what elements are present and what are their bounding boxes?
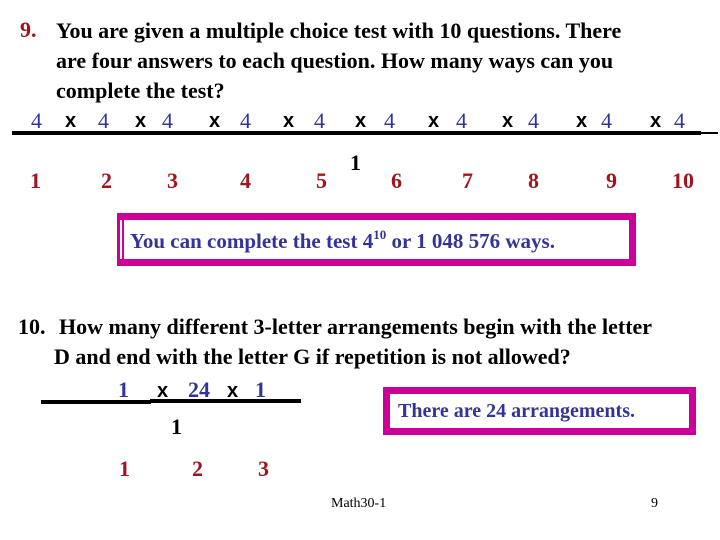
q10-slot-label-3: 3 — [258, 456, 269, 481]
q9-answer-prefix: You can complete the test 4 — [130, 229, 374, 253]
q9-extra-mark: 1 — [350, 150, 361, 175]
q9-times-4: x — [283, 110, 295, 132]
q9-times-7: x — [502, 110, 514, 132]
q9-answer-text: You can complete the test 410 or 1 048 5… — [130, 227, 555, 254]
question-9-number: 9. — [20, 17, 37, 42]
q10-answer-box: There are 24 arrangements. — [383, 387, 696, 435]
question-10-line-2: D and end with the letter G if repetitio… — [54, 344, 571, 369]
q10-answer-line-right — [150, 399, 301, 403]
question-9-line-2: are four answers to each question. How m… — [56, 48, 614, 73]
question-9-line-3: complete the test? — [56, 78, 225, 103]
q9-slot-label-3: 3 — [167, 168, 178, 193]
q9-slot-label-2: 2 — [101, 168, 112, 193]
question-10-number: 10. — [18, 314, 46, 339]
q9-times-6: x — [428, 110, 440, 132]
q9-slot-label-4: 4 — [240, 168, 251, 193]
q9-times-3: x — [209, 110, 221, 132]
footer-course: Math30-1 — [331, 496, 387, 511]
q9-answer-box-inner-rule — [122, 220, 124, 259]
q9-slot-label-9: 9 — [606, 168, 617, 193]
q9-answer-box: You can complete the test 410 or 1 048 5… — [117, 213, 636, 266]
q10-slot-label-1: 1 — [119, 456, 130, 481]
footer-page-number: 9 — [651, 496, 658, 511]
q9-times-9: x — [650, 110, 662, 132]
q9-slot-label-6: 6 — [391, 168, 402, 193]
q9-answer-line — [12, 131, 701, 135]
q9-slot-label-10: 10 — [672, 168, 694, 193]
q9-times-5: x — [355, 110, 367, 132]
q9-answer-line-tail — [701, 132, 718, 134]
q10-answer-text: There are 24 arrangements. — [398, 400, 635, 422]
question-10-line-1: How many different 3-letter arrangements… — [59, 314, 653, 339]
q9-slot-label-1: 1 — [30, 168, 41, 193]
question-9-line-1: You are given a multiple choice test wit… — [56, 18, 622, 43]
q9-times-1: x — [65, 110, 77, 132]
q9-times-8: x — [576, 110, 588, 132]
q10-answer-line-left — [41, 400, 151, 404]
q9-answer-suffix: or 1 048 576 ways. — [386, 229, 555, 253]
q10-extra-mark: 1 — [171, 414, 182, 439]
q9-times-2: x — [135, 110, 147, 132]
q9-slot-label-7: 7 — [462, 168, 473, 193]
q9-answer-exponent: 10 — [373, 227, 387, 242]
q9-slot-label-5: 5 — [316, 168, 327, 193]
q9-slot-label-8: 8 — [528, 168, 539, 193]
q10-slot-label-2: 2 — [192, 456, 203, 481]
